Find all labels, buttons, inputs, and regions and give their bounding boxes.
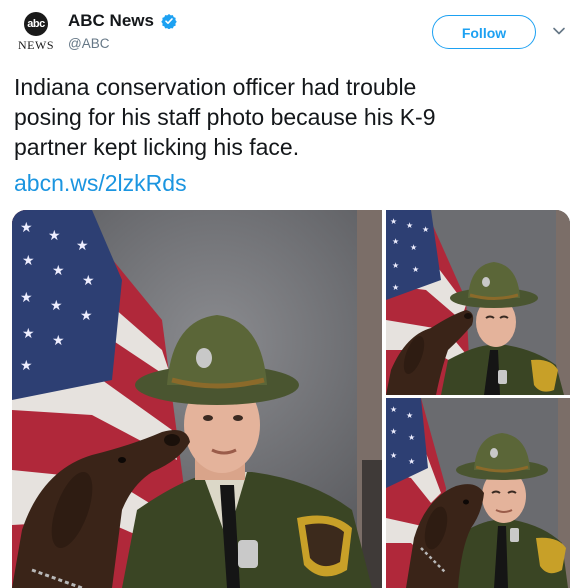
svg-text:★: ★	[392, 237, 399, 246]
svg-text:★: ★	[408, 457, 415, 466]
svg-text:★: ★	[20, 358, 33, 374]
tweet-text: Indiana conservation officer had trouble…	[14, 72, 574, 162]
svg-text:★: ★	[82, 273, 95, 289]
svg-text:★: ★	[422, 225, 429, 234]
svg-text:★: ★	[390, 427, 397, 436]
svg-text:★: ★	[80, 308, 93, 324]
svg-text:★: ★	[20, 220, 33, 236]
account-name[interactable]: ABC News	[68, 11, 154, 31]
svg-text:★: ★	[390, 451, 397, 460]
tweet-photo-bottom-right[interactable]: ★ ★ ★ ★ ★ ★	[386, 398, 570, 588]
svg-text:★: ★	[412, 265, 419, 274]
svg-text:★: ★	[390, 405, 397, 414]
svg-text:★: ★	[48, 228, 61, 244]
svg-text:★: ★	[410, 243, 417, 252]
account-handle[interactable]: @ABC	[68, 36, 109, 51]
officer-dog-photo-2: ★ ★ ★ ★ ★ ★ ★ ★	[386, 210, 570, 395]
svg-text:★: ★	[406, 221, 413, 230]
tweet-photo-main[interactable]: ★ ★ ★ ★ ★ ★ ★ ★ ★ ★ ★ ★	[12, 210, 382, 588]
svg-text:★: ★	[50, 298, 63, 314]
follow-button[interactable]: Follow	[432, 15, 536, 49]
tweet-header: abc NEWS ABC News @ABC Follow	[0, 0, 582, 62]
svg-text:★: ★	[52, 333, 65, 349]
tweet-text-line: posing for his staff photo because his K…	[14, 104, 436, 130]
svg-text:★: ★	[392, 261, 399, 270]
svg-text:★: ★	[406, 411, 413, 420]
officer-dog-photo-3: ★ ★ ★ ★ ★ ★	[386, 398, 570, 588]
svg-text:★: ★	[22, 253, 35, 269]
svg-text:★: ★	[392, 283, 399, 292]
svg-text:★: ★	[20, 290, 33, 306]
tweet-text-line: partner kept licking his face.	[14, 134, 300, 160]
abc-logo-mark: abc	[24, 12, 48, 36]
svg-text:★: ★	[52, 263, 65, 279]
tweet-photo-top-right[interactable]: ★ ★ ★ ★ ★ ★ ★ ★	[386, 210, 570, 395]
abc-news-logo[interactable]: abc NEWS	[14, 8, 58, 52]
svg-text:★: ★	[390, 217, 397, 226]
tweet-text-line: Indiana conservation officer had trouble	[14, 74, 417, 100]
svg-text:★: ★	[76, 238, 89, 254]
tweet-link[interactable]: abcn.ws/2lzkRds	[14, 170, 187, 197]
abc-logo-subtext: NEWS	[18, 38, 54, 52]
svg-text:★: ★	[22, 326, 35, 342]
verified-badge-icon	[161, 14, 177, 29]
chevron-down-icon[interactable]	[552, 24, 566, 38]
officer-dog-photo-main: ★ ★ ★ ★ ★ ★ ★ ★ ★ ★ ★ ★	[12, 210, 382, 588]
svg-text:★: ★	[408, 433, 415, 442]
